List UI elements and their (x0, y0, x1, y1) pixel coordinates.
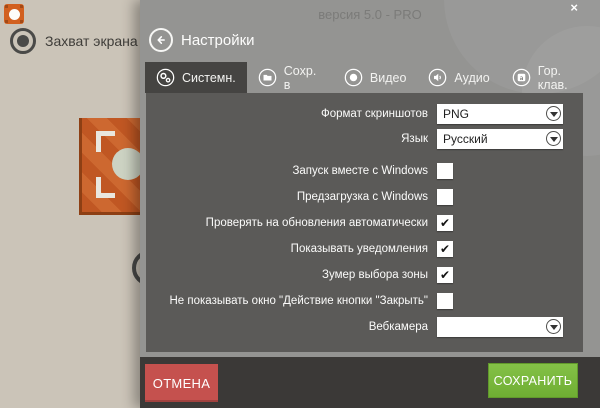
tab-system[interactable]: Системн. (145, 62, 247, 93)
setting-row-webcam: Вебкамера (146, 314, 583, 340)
save-button[interactable]: СОХРАНИТЬ (488, 363, 578, 398)
dropdown-arrow-icon (546, 106, 561, 121)
tab-label: Гор. клав. (538, 64, 589, 92)
tab-hotkeys[interactable]: a Гор. клав. (501, 62, 600, 93)
language-select[interactable]: Русский (437, 129, 563, 149)
checkmark-icon: ✔ (440, 241, 450, 257)
setting-label: Язык (146, 133, 428, 145)
notifications-checkbox[interactable]: ✔ (437, 241, 453, 257)
setting-row-zone-zoomer: Зумер выбора зоны ✔ (146, 262, 583, 288)
selection-bracket-icon (96, 177, 115, 198)
setting-label: Вебкамера (146, 321, 428, 333)
tab-bar: Системн. Сохр. в Видео Аудио a Гор. клав. (145, 62, 600, 93)
zone-zoomer-checkbox[interactable]: ✔ (437, 267, 453, 283)
screenshot-format-select[interactable]: PNG (437, 104, 563, 124)
setting-label: Показывать уведомления (146, 243, 428, 255)
setting-label: Зумер выбора зоны (146, 269, 428, 281)
page-title: Настройки (181, 32, 255, 49)
tab-label: Аудио (454, 71, 489, 85)
screenshot-thumbnail (79, 118, 149, 215)
autostart-checkbox[interactable] (437, 163, 453, 179)
setting-label: Запуск вместе с Windows (146, 165, 428, 177)
select-value: PNG (443, 107, 469, 121)
settings-panel: × версия 5.0 - PRO Настройки Системн.Сох… (140, 0, 600, 408)
speaker-icon (428, 68, 447, 87)
select-value: Русский (443, 132, 488, 146)
webcam-select[interactable] (437, 317, 563, 337)
dropdown-arrow-icon (546, 131, 561, 146)
setting-label: Не показывать окно "Действие кнопки "Зак… (146, 295, 428, 307)
setting-label: Предзагрузка с Windows (146, 191, 428, 203)
record-icon (10, 28, 36, 54)
setting-row-close-action: Не показывать окно "Действие кнопки "Зак… (146, 288, 583, 314)
svg-text:a: a (519, 75, 523, 82)
selection-bracket-icon (96, 131, 115, 152)
capture-mode-label: Захват экрана (45, 33, 138, 49)
app-logo-icon[interactable] (4, 4, 24, 24)
auto-updates-checkbox[interactable]: ✔ (437, 215, 453, 231)
cancel-button[interactable]: ОТМЕНА (145, 364, 218, 402)
setting-label: Формат скриншотов (146, 108, 428, 120)
checkmark-icon: ✔ (440, 215, 450, 231)
arrow-left-icon (154, 33, 168, 47)
setting-row-screenshot-format: Формат скриншотов PNG (146, 101, 583, 127)
setting-row-notifications: Показывать уведомления ✔ (146, 236, 583, 262)
settings-form: Формат скриншотов PNG Язык Русский Запуск вм… (146, 93, 583, 352)
tab-save-to[interactable]: Сохр. в (247, 62, 333, 93)
tab-video[interactable]: Видео (333, 62, 418, 93)
hotkey-icon: a (512, 68, 531, 87)
checkmark-icon: ✔ (440, 267, 450, 283)
settings-header: Настройки (149, 28, 255, 52)
dropdown-arrow-icon (546, 319, 561, 334)
tab-label: Сохр. в (284, 64, 322, 92)
tab-label: Системн. (182, 71, 236, 85)
tab-audio[interactable]: Аудио (417, 62, 500, 93)
setting-row-autostart: Запуск вместе с Windows (146, 158, 583, 184)
setting-row-auto-updates: Проверять на обновления автоматически ✔ (146, 210, 583, 236)
gears-icon (156, 68, 175, 87)
close-action-checkbox[interactable] (437, 293, 453, 309)
tab-label: Видео (370, 71, 407, 85)
footer: ОТМЕНА СОХРАНИТЬ (140, 357, 600, 408)
preload-checkbox[interactable] (437, 189, 453, 205)
version-label: версия 5.0 - PRO (140, 7, 600, 22)
setting-row-language: Язык Русский (146, 126, 583, 152)
setting-row-preload: Предзагрузка с Windows (146, 184, 583, 210)
back-button[interactable] (149, 28, 173, 52)
record-icon (344, 68, 363, 87)
setting-label: Проверять на обновления автоматически (146, 217, 428, 229)
folder-icon (258, 68, 277, 87)
